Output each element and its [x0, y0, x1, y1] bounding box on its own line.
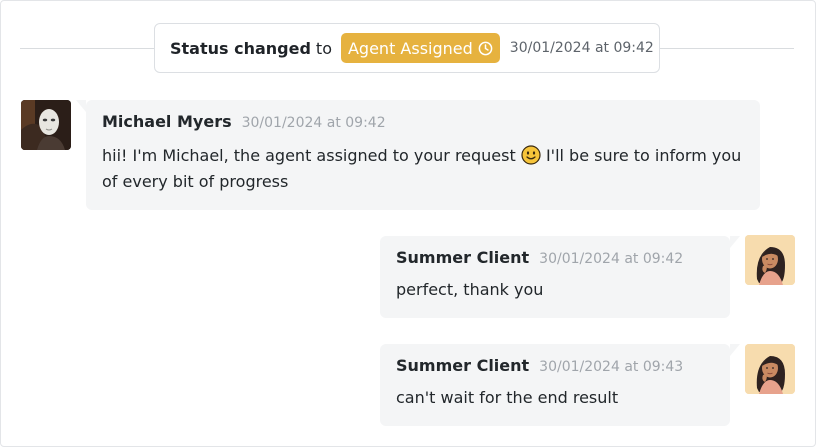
message-text-part: hii! I'm Michael, the agent assigned to … — [102, 146, 516, 165]
status-badge-label: Agent Assigned — [347, 38, 473, 58]
client-avatar[interactable] — [745, 235, 795, 285]
client-avatar[interactable] — [745, 344, 795, 394]
agent-avatar[interactable] — [21, 100, 71, 150]
message-timestamp: 30/01/2024 at 09:42 — [539, 251, 684, 267]
status-to-label: to — [315, 38, 332, 58]
status-badge: Agent Assigned — [340, 33, 500, 63]
message-text: can't wait for the end result — [396, 388, 619, 407]
message-text: hii! I'm Michael, the agent assigned to … — [102, 143, 744, 195]
slightly-smiling-face-emoji-icon — [521, 145, 541, 165]
status-timestamp: 30/01/2024 at 09:42 — [509, 40, 654, 56]
message-bubble: Michael Myers 30/01/2024 at 09:42 hii! I… — [76, 100, 760, 210]
message-author: Michael Myers — [102, 112, 232, 131]
message-bubble: Summer Client 30/01/2024 at 09:43 can't … — [380, 344, 740, 426]
status-change-event: Status changed to Agent Assigned 30/01/2… — [154, 23, 660, 73]
message-bubble: Summer Client 30/01/2024 at 09:42 perfec… — [380, 236, 740, 318]
status-changed-label: Status changed — [170, 38, 311, 58]
message-timestamp: 30/01/2024 at 09:43 — [539, 359, 684, 375]
chat-thread: Status changed to Agent Assigned 30/01/2… — [0, 0, 816, 447]
message-text: perfect, thank you — [396, 280, 544, 299]
clock-icon — [478, 41, 493, 55]
message-author: Summer Client — [396, 356, 530, 375]
message-author: Summer Client — [396, 248, 530, 267]
message-timestamp: 30/01/2024 at 09:42 — [241, 115, 386, 131]
